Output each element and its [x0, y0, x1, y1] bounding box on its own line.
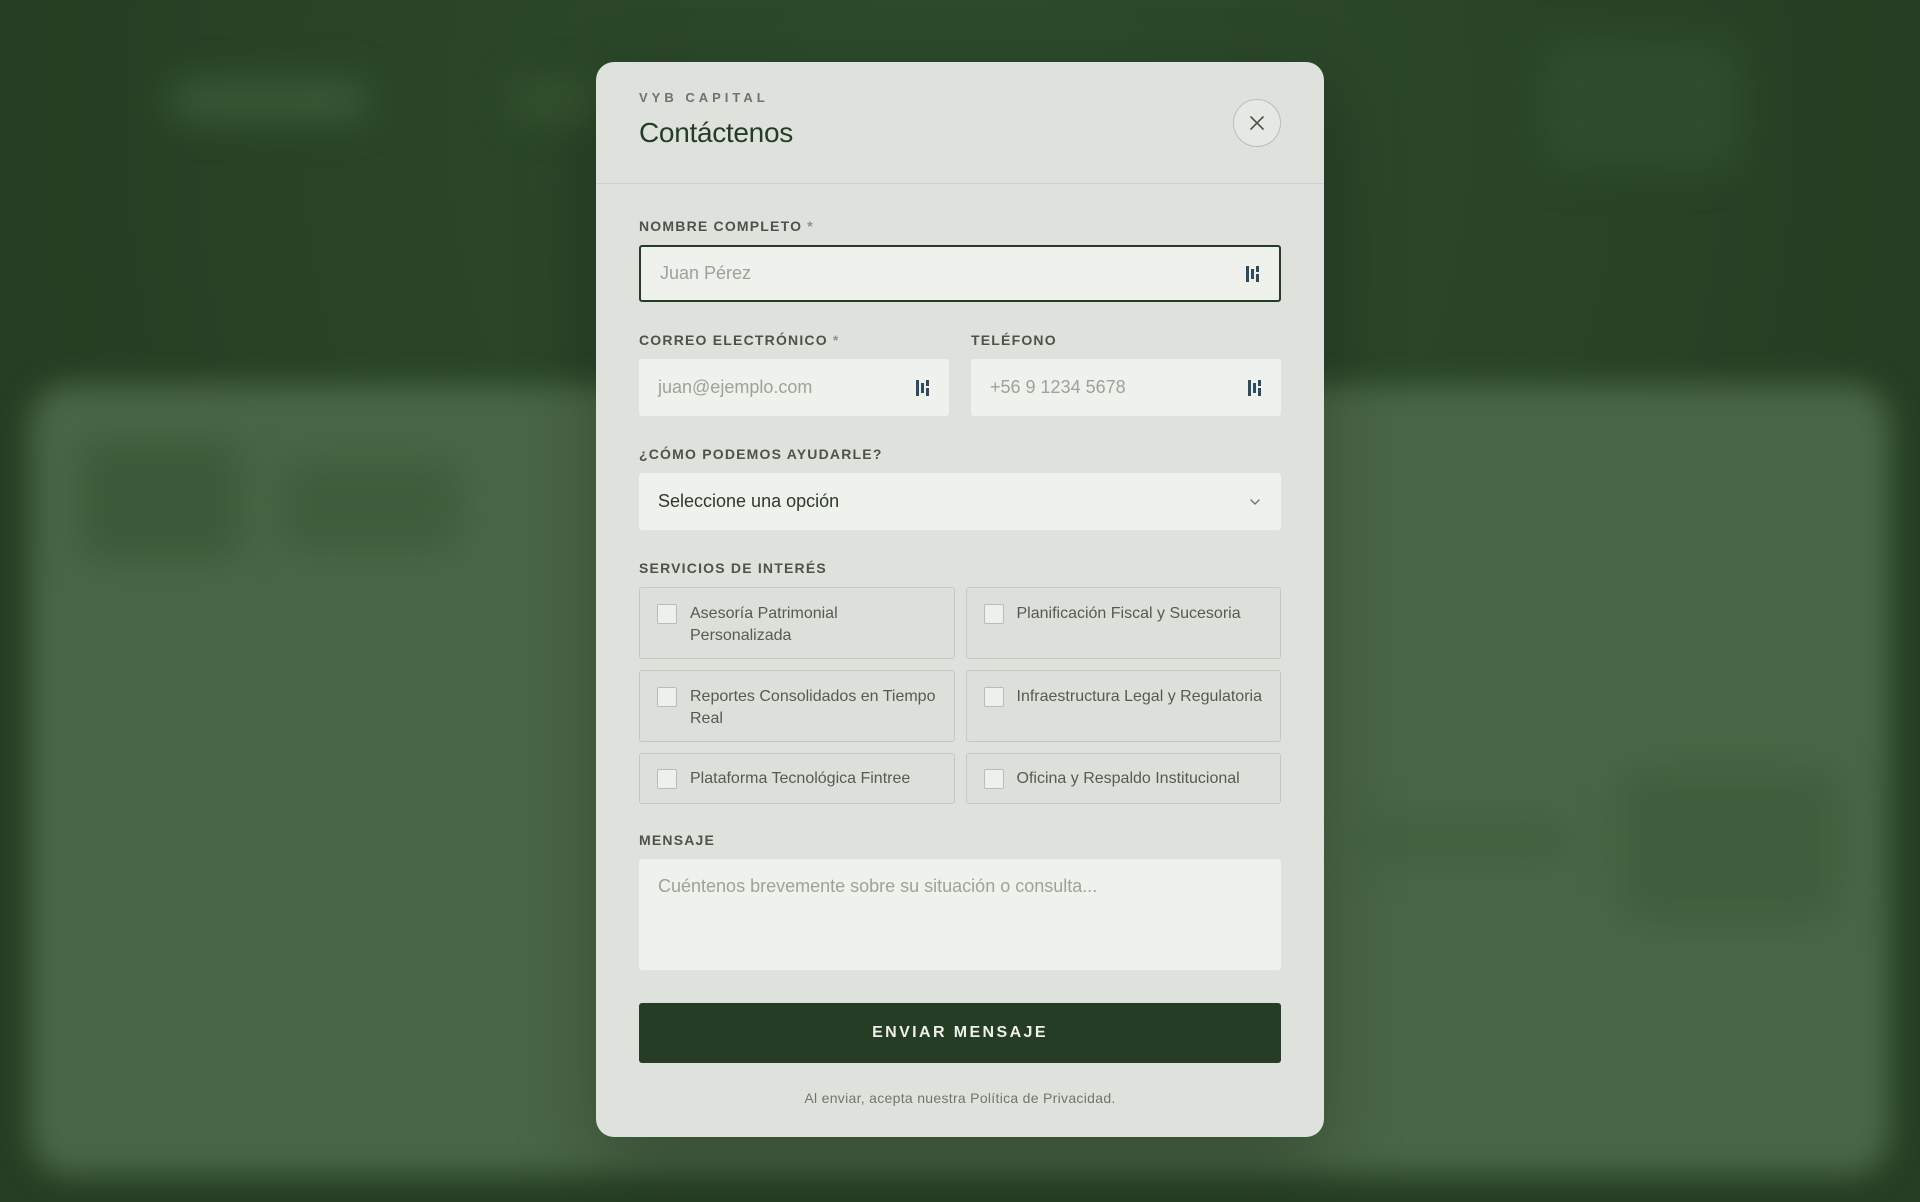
service-option[interactable]: Planificación Fiscal y Sucesoria: [965, 587, 1281, 659]
email-group: CORREO ELECTRÓNICO * juan@ejemplo.com: [639, 332, 949, 416]
required-mark: *: [807, 218, 814, 234]
phone-group: TELÉFONO +56 9 1234 5678: [971, 332, 1281, 416]
checkbox[interactable]: [983, 687, 1004, 707]
service-option-label: Infraestructura Legal y Regulatoria: [1016, 688, 1262, 705]
contact-row: CORREO ELECTRÓNICO * juan@ejemplo.com TE…: [639, 332, 1281, 416]
email-label: CORREO ELECTRÓNICO *: [639, 332, 949, 348]
service-option-label: Plataforma Tecnológica Fintree: [690, 769, 911, 787]
name-label: NOMBRE COMPLETO *: [639, 218, 1281, 234]
close-button[interactable]: [1233, 99, 1281, 147]
message-textarea[interactable]: Cuéntenos brevemente sobre su situación …: [639, 859, 1281, 970]
full-name-placeholder: Juan Pérez: [660, 263, 752, 283]
contact-modal: VYB CAPITAL Contáctenos NOMBRE COMPLETO …: [596, 62, 1324, 1137]
checkbox[interactable]: [657, 768, 677, 789]
service-option[interactable]: Plataforma Tecnológica Fintree: [639, 753, 955, 804]
services-grid: Asesoría Patrimonial Personalizada Plani…: [639, 587, 1281, 804]
background-shape: [1540, 40, 1740, 170]
service-option-label: Planificación Fiscal y Sucesoria: [1016, 605, 1241, 622]
phone-input[interactable]: +56 9 1234 5678: [971, 359, 1281, 416]
message-group: MENSAJE Cuéntenos brevemente sobre su si…: [639, 832, 1281, 970]
full-name-input[interactable]: Juan Pérez: [639, 245, 1281, 302]
help-select[interactable]: Seleccione una opción: [639, 473, 1281, 530]
services-label: SERVICIOS DE INTERÉS: [639, 560, 827, 576]
service-option[interactable]: Reportes Consolidados en Tiempo Real: [639, 670, 955, 742]
checkbox[interactable]: [983, 768, 1004, 789]
help-selected-value: Seleccione una opción: [658, 491, 840, 511]
service-option[interactable]: Infraestructura Legal y Regulatoria: [965, 670, 1281, 742]
phone-label: TELÉFONO: [971, 332, 1057, 348]
required-mark: *: [832, 332, 840, 348]
contact-form: NOMBRE COMPLETO * Juan Pérez CORREO ELEC…: [596, 184, 1324, 1106]
phone-placeholder: +56 9 1234 5678: [990, 377, 1126, 397]
service-option-label: Oficina y Respaldo Institucional: [1016, 769, 1240, 787]
chevron-down-icon: [1250, 498, 1260, 505]
background-shape: [170, 80, 370, 120]
name-group: NOMBRE COMPLETO * Juan Pérez: [639, 218, 1281, 302]
email-label-text: CORREO ELECTRÓNICO: [639, 332, 828, 348]
password-manager-icon[interactable]: [916, 379, 930, 397]
help-label: ¿CÓMO PODEMOS AYUDARLE?: [639, 446, 883, 462]
password-manager-icon[interactable]: [1248, 379, 1262, 397]
modal-title: Contáctenos: [639, 117, 793, 148]
checkbox[interactable]: [657, 687, 677, 707]
close-icon: [1250, 116, 1264, 130]
background-shape: [80, 440, 240, 560]
privacy-footnote: Al enviar, acepta nuestra Política de Pr…: [804, 1090, 1116, 1106]
checkbox[interactable]: [983, 604, 1004, 624]
send-message-button[interactable]: ENVIAR MENSAJE: [639, 1003, 1281, 1063]
message-label: MENSAJE: [639, 832, 716, 848]
service-option-label: Reportes Consolidados en Tiempo Real: [690, 688, 936, 727]
service-option[interactable]: Asesoría Patrimonial Personalizada: [639, 587, 955, 659]
background-shape: [510, 80, 600, 120]
name-label-text: NOMBRE COMPLETO: [639, 218, 803, 234]
checkbox[interactable]: [657, 604, 677, 624]
background-shape: [1620, 770, 1840, 920]
background-shape: [280, 460, 460, 550]
modal-header: VYB CAPITAL Contáctenos: [596, 62, 1324, 184]
email-input[interactable]: juan@ejemplo.com: [639, 359, 949, 416]
service-option-label: Asesoría Patrimonial Personalizada: [690, 605, 838, 644]
help-group: ¿CÓMO PODEMOS AYUDARLE? Seleccione una o…: [639, 446, 1281, 530]
email-placeholder: juan@ejemplo.com: [658, 377, 813, 397]
password-manager-icon[interactable]: [1246, 265, 1260, 283]
service-option[interactable]: Oficina y Respaldo Institucional: [965, 753, 1281, 804]
services-group: SERVICIOS DE INTERÉS Asesoría Patrimonia…: [639, 560, 1281, 804]
message-placeholder: Cuéntenos brevemente sobre su situación …: [658, 876, 1098, 896]
brand-eyebrow: VYB CAPITAL: [639, 90, 769, 105]
background-shape: [1360, 820, 1570, 860]
